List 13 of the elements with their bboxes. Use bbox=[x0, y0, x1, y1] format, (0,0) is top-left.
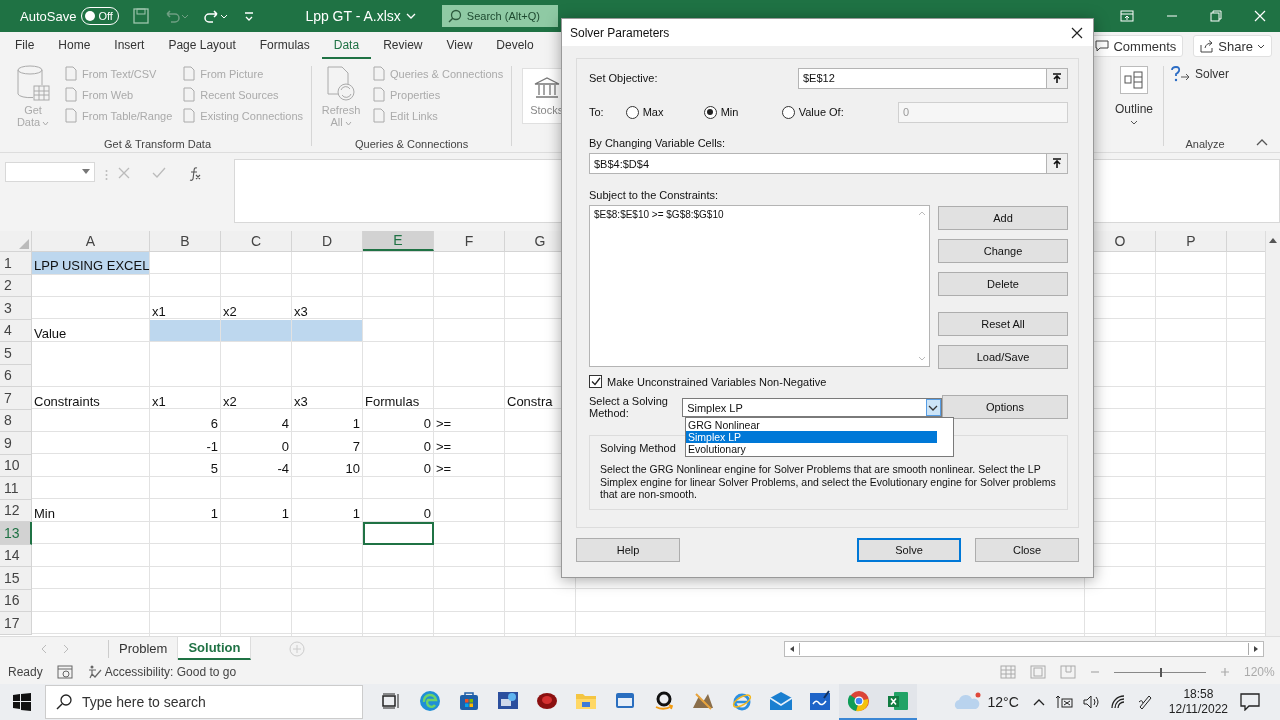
solving-method-label: Select a Solving Method: bbox=[589, 395, 669, 419]
variable-cells-label: By Changing Variable Cells: bbox=[589, 137, 727, 149]
dialog-title: Solver Parameters bbox=[570, 25, 670, 40]
panel-title: Solving Method bbox=[600, 442, 676, 454]
objective-label: Set Objective: bbox=[589, 72, 658, 84]
group-label: Get & Transform Data bbox=[103, 138, 212, 150]
to-label: To: bbox=[589, 106, 604, 118]
method-description: Select the GRG Nonlinear engine for Solver Problems that are smooth nonlinear. Select the LP Simplex engine for linear Solver Problems, and select the Evolutionary engine for Solver problems that are non-smooth. bbox=[600, 463, 1057, 501]
autosave-label: AutoSave bbox=[20, 8, 77, 24]
status-mode: Ready bbox=[8, 665, 43, 679]
constraints-label: Subject to the Constraints: bbox=[589, 189, 719, 201]
group-label: Queries & Connections bbox=[354, 138, 470, 150]
group-label: Analyze bbox=[1184, 138, 1226, 150]
